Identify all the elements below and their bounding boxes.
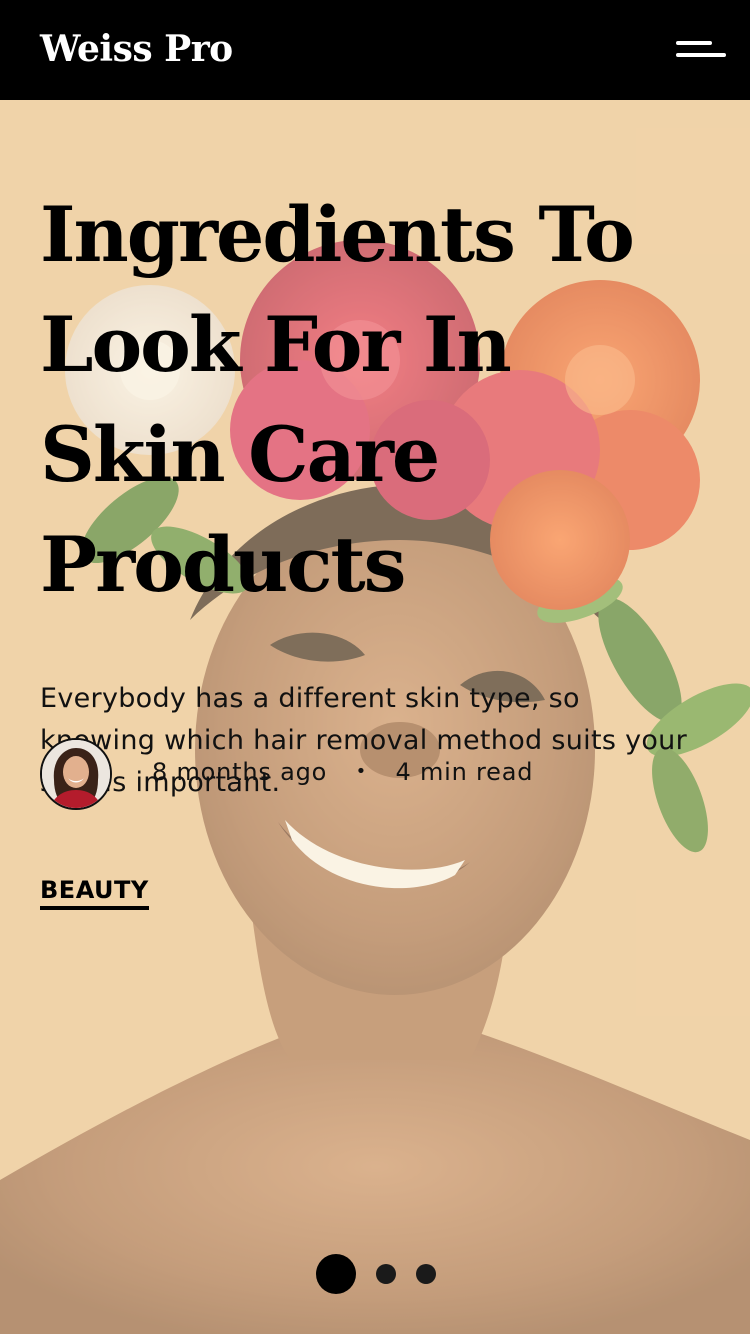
category-link[interactable]: BEAUTY: [40, 876, 149, 910]
read-time: 4 min read: [395, 758, 534, 786]
pager-dot-2[interactable]: [376, 1264, 396, 1284]
article-meta: 8 months ago • 4 min read: [40, 738, 710, 810]
brand-logo[interactable]: Weiss Pro: [40, 28, 233, 71]
article-meta-text: 8 months ago • 4 min read: [152, 758, 533, 786]
posted-time: 8 months ago: [152, 758, 328, 786]
article-title[interactable]: Ingredients To Look For In Skin Care Pro…: [40, 180, 710, 620]
carousel-pager: [0, 1254, 750, 1294]
meta-separator: •: [355, 761, 368, 782]
pager-dot-1[interactable]: [316, 1254, 356, 1294]
top-bar: Weiss Pro: [0, 0, 750, 100]
hamburger-menu-icon[interactable]: [674, 38, 726, 62]
pager-dot-3[interactable]: [416, 1264, 436, 1284]
menu-bar-top: [676, 41, 712, 45]
article-hero: Ingredients To Look For In Skin Care Pro…: [40, 100, 710, 910]
author-avatar[interactable]: [40, 738, 112, 810]
menu-bar-bottom: [676, 53, 726, 57]
